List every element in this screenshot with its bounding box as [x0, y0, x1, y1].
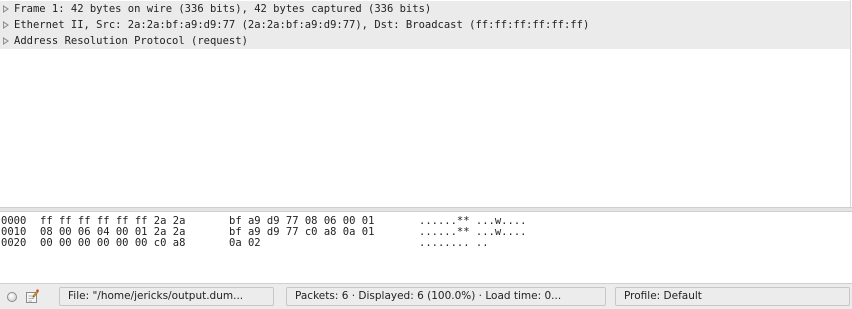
hex-offset: 0020 — [1, 237, 27, 249]
status-packets-field[interactable]: Packets: 6 · Displayed: 6 (100.0%) · Loa… — [286, 287, 606, 306]
hex-bytes-first: 00 00 00 00 00 00 c0 a8 — [40, 237, 186, 249]
status-packets-label: Packets: 6 · Displayed: 6 (100.0%) · Loa… — [295, 290, 562, 302]
status-file-field[interactable]: File: "/home/jericks/output.dum... — [59, 287, 274, 306]
tree-item-frame[interactable]: Frame 1: 42 bytes on wire (336 bits), 42… — [0, 1, 850, 17]
status-profile-field[interactable]: Profile: Default — [615, 287, 850, 306]
hex-row: 0020 00 00 00 00 00 00 c0 a8 0a 02 .....… — [1, 237, 489, 249]
status-bar: File: "/home/jericks/output.dum... Packe… — [0, 283, 852, 309]
tree-item-label: Address Resolution Protocol (request) — [14, 35, 248, 47]
hex-bytes-second: 0a 02 — [229, 237, 261, 249]
expand-arrow-icon[interactable] — [3, 5, 9, 13]
expand-arrow-icon[interactable] — [3, 21, 9, 29]
packet-details-pane: Frame 1: 42 bytes on wire (336 bits), 42… — [0, 0, 851, 207]
packet-bytes-pane[interactable]: 0000 ff ff ff ff ff ff 2a 2a bf a9 d9 77… — [0, 212, 852, 277]
tree-item-arp[interactable]: Address Resolution Protocol (request) — [0, 33, 850, 49]
tree-item-label: Ethernet II, Src: 2a:2a:bf:a9:d9:77 (2a:… — [14, 19, 590, 31]
status-file-label: File: "/home/jericks/output.dum... — [68, 290, 244, 302]
expert-info-icon[interactable] — [7, 292, 17, 302]
expand-arrow-icon[interactable] — [3, 37, 9, 45]
tree-item-ethernet[interactable]: Ethernet II, Src: 2a:2a:bf:a9:d9:77 (2a:… — [0, 17, 850, 33]
status-profile-label: Profile: Default — [624, 290, 702, 302]
tree-item-label: Frame 1: 42 bytes on wire (336 bits), 42… — [14, 3, 432, 15]
hex-ascii: ........ .. — [419, 237, 489, 249]
capture-comment-icon[interactable] — [25, 289, 39, 304]
